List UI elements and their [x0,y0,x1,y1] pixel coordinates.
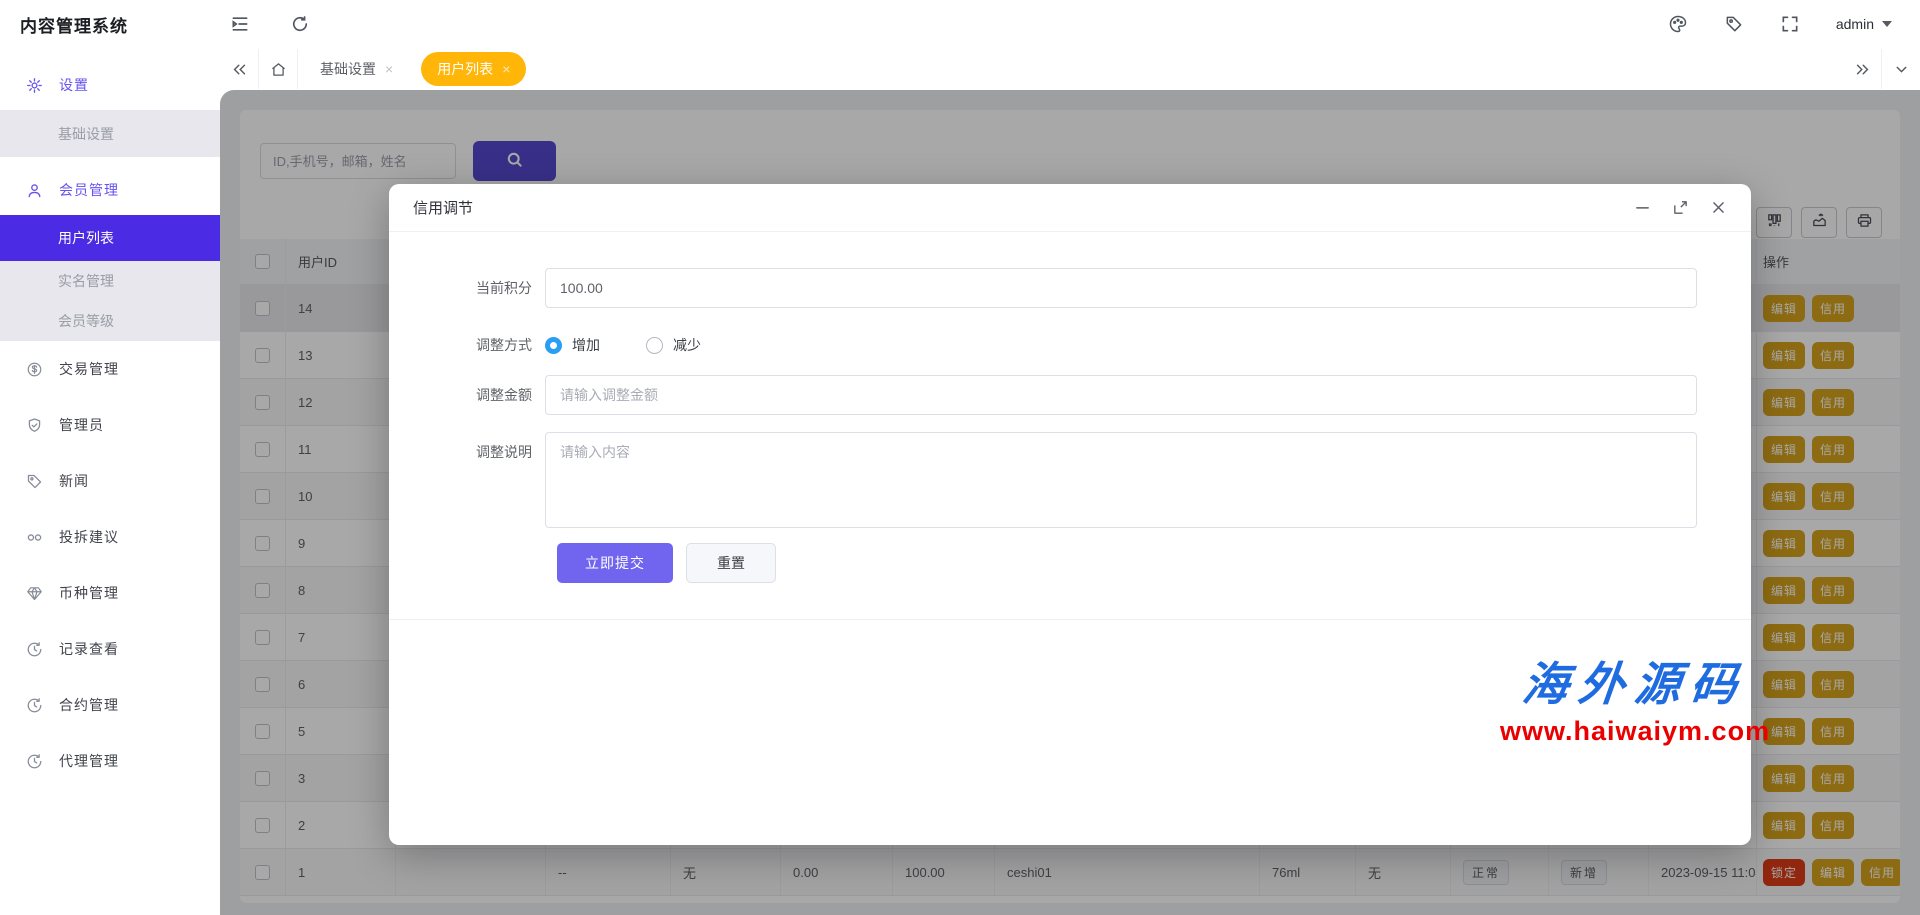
sidebar-item-11[interactable]: 记录查看 [0,621,220,677]
user-menu[interactable]: admin [1836,16,1892,32]
modal-header: 信用调节 [389,184,1751,232]
sidebar-item-2[interactable]: 会员管理 [0,165,220,215]
submit-button[interactable]: 立即提交 [557,543,673,583]
sidebar-item-8[interactable]: 新闻 [0,453,220,509]
tab-bar: 基础设置 × 用户列表 × [220,48,1920,90]
menu-fold-button[interactable] [230,14,250,34]
field-current-points: 当前积分 [389,268,1697,308]
divider [389,619,1751,620]
sidebar-item-0[interactable]: 设置 [0,60,220,110]
sidebar-item-1[interactable]: 基础设置 [0,110,220,157]
tabs-scroll-left-button[interactable] [220,61,258,78]
sidebar-item-5[interactable]: 会员等级 [0,301,220,341]
shield-icon [26,417,43,434]
field-label: 调整方式 [389,325,545,365]
refresh-button[interactable] [290,14,310,34]
history-icon [26,697,43,714]
tag-icon[interactable] [1724,14,1744,34]
sidebar-subitem-label: 基础设置 [58,124,114,144]
history-icon [26,753,43,770]
chevron-down-icon [1882,21,1892,27]
link-icon [26,529,43,546]
history-icon [26,641,43,658]
radio-decrease[interactable] [646,337,663,354]
sidebar: 设置基础设置会员管理用户列表实名管理会员等级交易管理管理员新闻投拆建议币种管理记… [0,48,220,915]
sidebar-item-13[interactable]: 代理管理 [0,733,220,789]
field-adjust-amount: 调整金额 [389,375,1697,415]
sidebar-item-10[interactable]: 币种管理 [0,565,220,621]
dollar-icon [26,361,43,378]
radio-increase[interactable] [545,337,562,354]
minimize-icon[interactable] [1634,199,1651,216]
field-label: 当前积分 [389,268,545,308]
sidebar-item-7[interactable]: 管理员 [0,397,220,453]
radio-increase-label[interactable]: 增加 [572,335,600,355]
tab-label: 用户列表 [437,59,493,79]
sidebar-item-label: 币种管理 [59,583,119,603]
sidebar-item-12[interactable]: 合约管理 [0,677,220,733]
sidebar-subitem-label: 用户列表 [58,228,114,248]
sidebar-item-6[interactable]: 交易管理 [0,341,220,397]
current-points-input[interactable] [545,268,1697,308]
sidebar-subitem-label: 实名管理 [58,271,114,291]
field-adjust-remark: 调整说明 [389,432,1697,528]
field-adjust-method: 调整方式 增加 减少 [389,325,701,365]
field-label: 调整说明 [389,432,545,528]
sidebar-item-9[interactable]: 投拆建议 [0,509,220,565]
sidebar-item-3[interactable]: 用户列表 [0,215,220,261]
sidebar-item-label: 管理员 [59,415,104,435]
user-icon [26,182,43,199]
tabs-scroll-right-button[interactable] [1843,61,1881,78]
reset-button[interactable]: 重置 [686,543,776,583]
sidebar-item-label: 记录查看 [59,639,119,659]
app-title: 内容管理系统 [20,12,230,37]
palette-icon[interactable] [1668,14,1688,34]
fullscreen-icon[interactable] [1780,14,1800,34]
radio-decrease-label[interactable]: 减少 [673,335,701,355]
sidebar-item-label: 合约管理 [59,695,119,715]
gem-icon [26,585,43,602]
sidebar-item-label: 设置 [59,75,89,95]
tag-icon [26,473,43,490]
close-icon[interactable]: × [502,62,510,76]
tabs-menu-button[interactable] [1882,61,1920,78]
sidebar-item-label: 代理管理 [59,751,119,771]
divider [297,49,298,89]
home-tab-button[interactable] [259,61,297,78]
credit-adjust-modal: 信用调节 当前积分 调整方式 增加 [389,184,1751,845]
main-content: 用户ID操作14编辑信用13编辑信用12编辑信用11编辑信用10编辑信用9编辑信… [220,90,1920,915]
adjust-remark-textarea[interactable] [545,432,1697,528]
user-name: admin [1836,16,1874,32]
sidebar-item-label: 投拆建议 [59,527,119,547]
tab-user-list[interactable]: 用户列表 × [421,52,526,86]
sidebar-item-label: 新闻 [59,471,89,491]
sidebar-item-label: 会员管理 [59,180,119,200]
sidebar-subitem-label: 会员等级 [58,311,114,331]
gear-icon [26,77,43,94]
refresh-icon [290,14,310,34]
maximize-icon[interactable] [1672,199,1689,216]
adjust-amount-input[interactable] [545,375,1697,415]
tab-basic-settings[interactable]: 基础设置 × [304,52,409,86]
sidebar-item-label: 交易管理 [59,359,119,379]
menu-fold-icon [230,14,250,34]
modal-title: 信用调节 [413,197,473,218]
sidebar-item-4[interactable]: 实名管理 [0,261,220,301]
app-header: 内容管理系统 admin [0,0,1920,48]
close-icon[interactable] [1710,199,1727,216]
tab-label: 基础设置 [320,59,376,79]
field-label: 调整金额 [389,375,545,415]
close-icon[interactable]: × [385,62,393,76]
